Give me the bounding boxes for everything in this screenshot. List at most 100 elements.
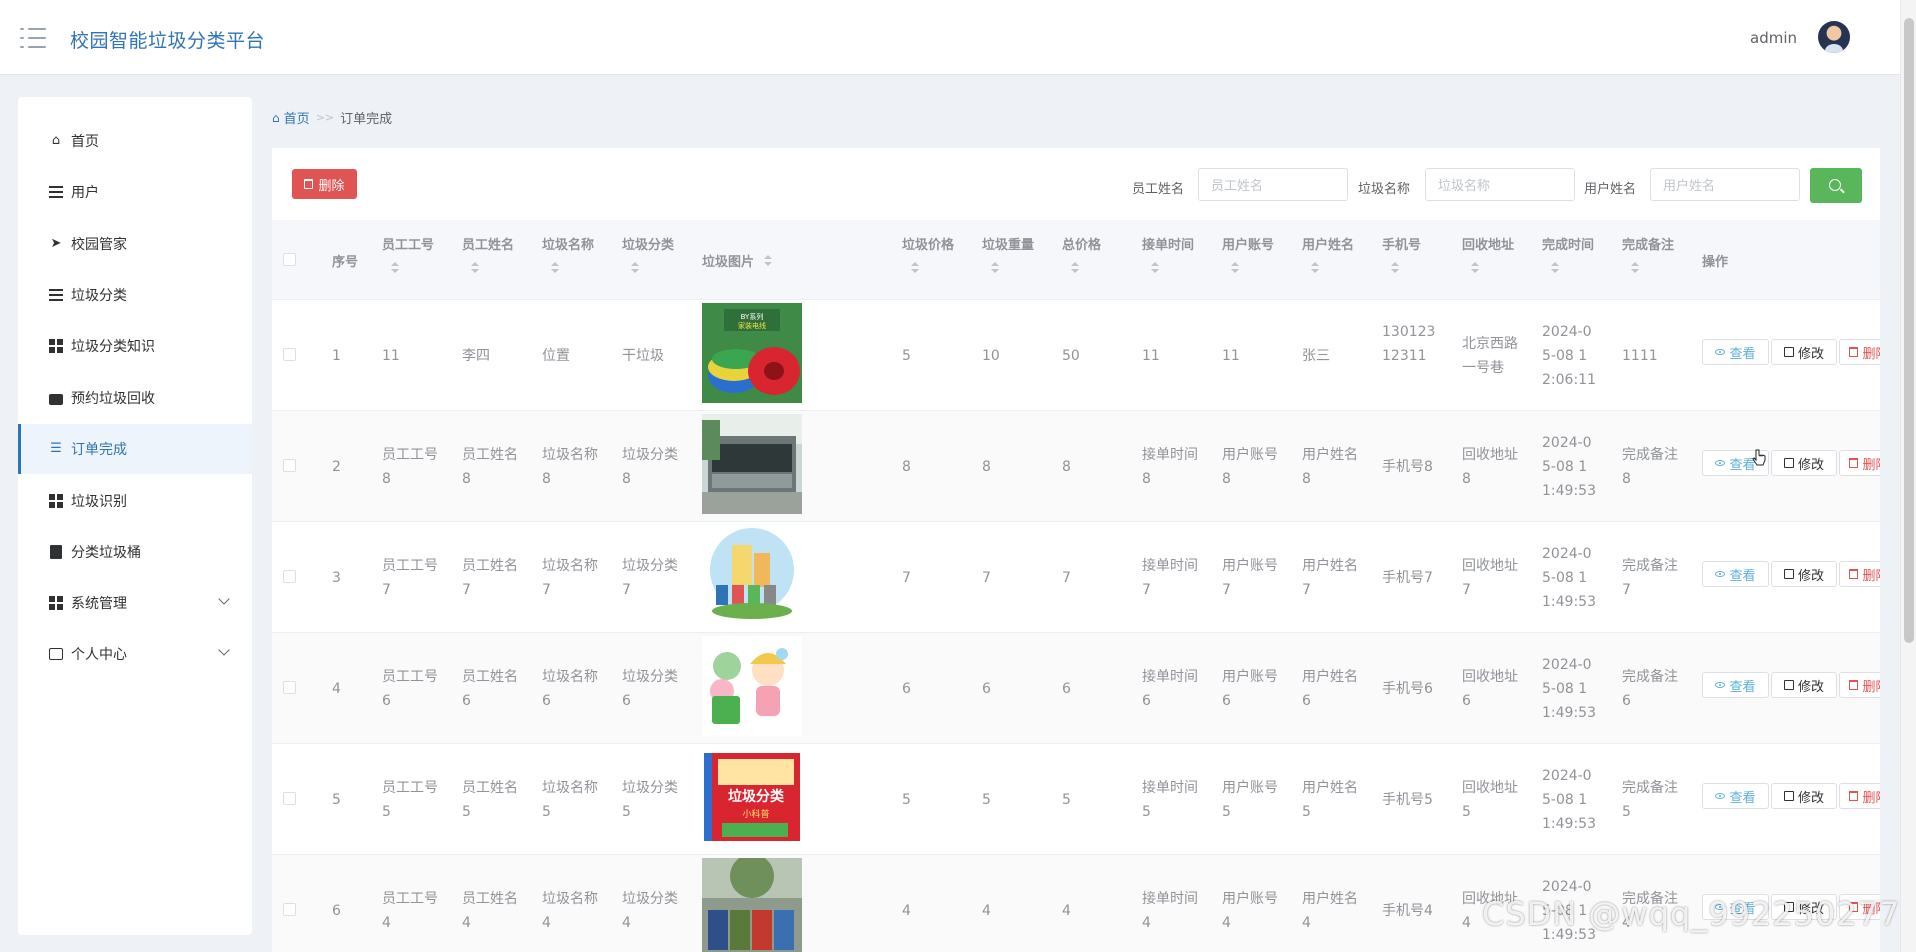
sidebar-item-booking[interactable]: 预约垃圾回收 <box>18 373 252 423</box>
edit-button[interactable]: 修改 <box>1771 672 1837 698</box>
grid-icon <box>49 339 63 353</box>
home-icon: ⌂ <box>51 133 61 148</box>
cell-address: 回收地址8 <box>1462 447 1518 487</box>
sidebar-item-profile[interactable]: 个人中心 <box>18 629 252 679</box>
sort-icon[interactable] <box>1071 262 1079 274</box>
select-all-checkbox[interactable] <box>283 253 296 266</box>
table-row[interactable]: 5 员工工号5 员工姓名5 垃圾名称5 垃圾分类5 5 5 5 接单时间5 用户账号5 用户姓名5 手… <box>272 744 1880 855</box>
sidebar-item-system[interactable]: 系统管理 <box>18 578 252 628</box>
trash-image[interactable] <box>702 858 802 952</box>
row-checkbox[interactable] <box>283 681 296 694</box>
user-name[interactable]: admin <box>1750 29 1797 47</box>
sort-icon[interactable] <box>1631 262 1639 274</box>
sidebar-item-label: 用户 <box>71 185 99 201</box>
trash-image[interactable]: BY系列家装电线 <box>702 303 802 403</box>
sidebar-item-trash-bins[interactable]: 分类垃圾桶 <box>18 527 252 577</box>
delete-button[interactable]: 删除 <box>1839 339 1880 365</box>
trash-image[interactable] <box>702 414 802 514</box>
cell-staff-no: 员工工号5 <box>382 780 438 820</box>
sidebar-item-users[interactable]: 用户 <box>18 167 252 217</box>
sidebar-item-label: 预约垃圾回收 <box>71 391 155 407</box>
edit-button[interactable]: 修改 <box>1771 561 1837 587</box>
sidebar-item-campus-steward[interactable]: ➤ 校园管家 <box>18 219 252 269</box>
breadcrumb-home[interactable]: ⌂ 首页 <box>272 108 310 128</box>
trash-icon <box>1849 791 1859 801</box>
user-name-input[interactable]: 用户姓名 <box>1650 168 1800 201</box>
sidebar-item-home[interactable]: ⌂ 首页 <box>18 116 252 166</box>
sidebar-item-order-complete[interactable]: ☰ 订单完成 <box>18 424 252 474</box>
sort-icon[interactable] <box>1151 262 1159 274</box>
delete-button[interactable]: 删除 <box>1839 783 1880 809</box>
table-row[interactable]: 2 员工工号8 员工姓名8 垃圾名称8 垃圾分类8 8 8 8 接单时间8 用户账号8 用户姓名8 手… <box>272 411 1880 522</box>
sort-icon[interactable] <box>1311 262 1319 274</box>
sort-icon[interactable] <box>391 262 399 274</box>
cell-trash-name: 垃圾名称5 <box>542 780 598 820</box>
delete-button[interactable]: 删除 <box>1839 672 1880 698</box>
table-row[interactable]: 4 员工工号6 员工姓名6 垃圾名称6 垃圾分类6 6 6 6 接单时间6 用户账号6 用户姓名6 手… <box>272 633 1880 744</box>
table-row[interactable]: 3 员工工号7 员工姓名7 垃圾名称7 垃圾分类7 7 7 7 接单时间7 用户账号7 用户姓名7 手… <box>272 522 1880 633</box>
view-button[interactable]: 查看 <box>1702 561 1769 587</box>
cell-phone: 手机号8 <box>1382 459 1433 475</box>
staff-name-input[interactable]: 员工姓名 <box>1198 168 1348 201</box>
edit-button[interactable]: 修改 <box>1771 783 1837 809</box>
sort-icon[interactable] <box>1471 262 1479 274</box>
chevron-down-icon <box>218 593 230 605</box>
view-button[interactable]: 查看 <box>1702 339 1769 365</box>
grid-icon <box>49 596 63 610</box>
col-trash-image[interactable]: 垃圾图片 <box>702 220 782 300</box>
sort-icon[interactable] <box>911 262 919 274</box>
sort-icon[interactable] <box>471 262 479 274</box>
cell-trash-category: 垃圾分类6 <box>622 669 678 709</box>
sort-icon[interactable] <box>631 262 639 274</box>
row-checkbox[interactable] <box>283 792 296 805</box>
filter-label-staff-name: 员工姓名 <box>1132 182 1185 197</box>
trash-image[interactable] <box>702 636 802 736</box>
eye-icon <box>1715 793 1726 799</box>
edit-icon <box>1783 680 1794 690</box>
row-checkbox[interactable] <box>283 459 296 472</box>
sidebar-item-label: 系统管理 <box>71 596 127 612</box>
sort-icon[interactable] <box>1551 262 1559 274</box>
cell-address: 回收地址5 <box>1462 780 1518 820</box>
sidebar-item-trash-knowledge[interactable]: 垃圾分类知识 <box>18 321 252 371</box>
edit-button[interactable]: 修改 <box>1771 450 1837 476</box>
eye-icon <box>1715 682 1726 688</box>
avatar[interactable] <box>1818 21 1850 53</box>
cell-staff-name: 员工姓名8 <box>462 447 518 487</box>
home-icon: ⌂ <box>272 110 280 125</box>
delete-button[interactable]: 删除 <box>1839 561 1880 587</box>
sidebar-item-trash-recognition[interactable]: 垃圾识别 <box>18 476 252 526</box>
scrollbar-thumb[interactable] <box>1904 18 1914 643</box>
batch-delete-button[interactable]: 删除 <box>292 169 357 199</box>
trash-icon <box>1849 680 1859 690</box>
cell-phone: 手机号6 <box>1382 681 1433 697</box>
sort-icon[interactable] <box>991 262 999 274</box>
trash-name-input[interactable]: 垃圾名称 <box>1425 168 1575 201</box>
row-checkbox[interactable] <box>283 570 296 583</box>
delete-button-label: 删除 <box>1862 679 1880 695</box>
trash-image[interactable]: 垃圾分类小科普 <box>702 747 802 847</box>
sort-icon[interactable] <box>764 255 772 267</box>
view-button[interactable]: 查看 <box>1702 672 1769 698</box>
menu-toggle-icon[interactable] <box>20 28 46 48</box>
eye-icon <box>1715 460 1726 466</box>
edit-button[interactable]: 修改 <box>1771 339 1837 365</box>
cell-accept-time: 接单时间5 <box>1142 780 1198 820</box>
delete-button[interactable]: 删除 <box>1839 450 1880 476</box>
view-button[interactable]: 查看 <box>1702 783 1769 809</box>
row-checkbox[interactable] <box>283 348 296 361</box>
trash-image[interactable] <box>702 525 802 625</box>
vertical-scrollbar[interactable] <box>1900 0 1916 952</box>
sort-icon[interactable] <box>551 262 559 274</box>
delete-button-label: 删除 <box>1862 346 1880 362</box>
row-checkbox[interactable] <box>283 903 296 916</box>
cell-user-account: 用户账号5 <box>1222 780 1278 820</box>
search-button[interactable] <box>1810 168 1862 203</box>
briefcase-icon <box>49 391 63 405</box>
sidebar-item-trash-category[interactable]: 垃圾分类 <box>18 270 252 320</box>
sort-icon[interactable] <box>1231 262 1239 274</box>
table-row[interactable]: 1 11 李四 位置 干垃圾 5 10 50 11 11 张三 13012312311 北京西路一号巷 2… <box>272 300 1880 411</box>
cell-weight: 6 <box>982 681 991 697</box>
cell-trash-category: 垃圾分类4 <box>622 891 678 931</box>
sort-icon[interactable] <box>1391 262 1399 274</box>
